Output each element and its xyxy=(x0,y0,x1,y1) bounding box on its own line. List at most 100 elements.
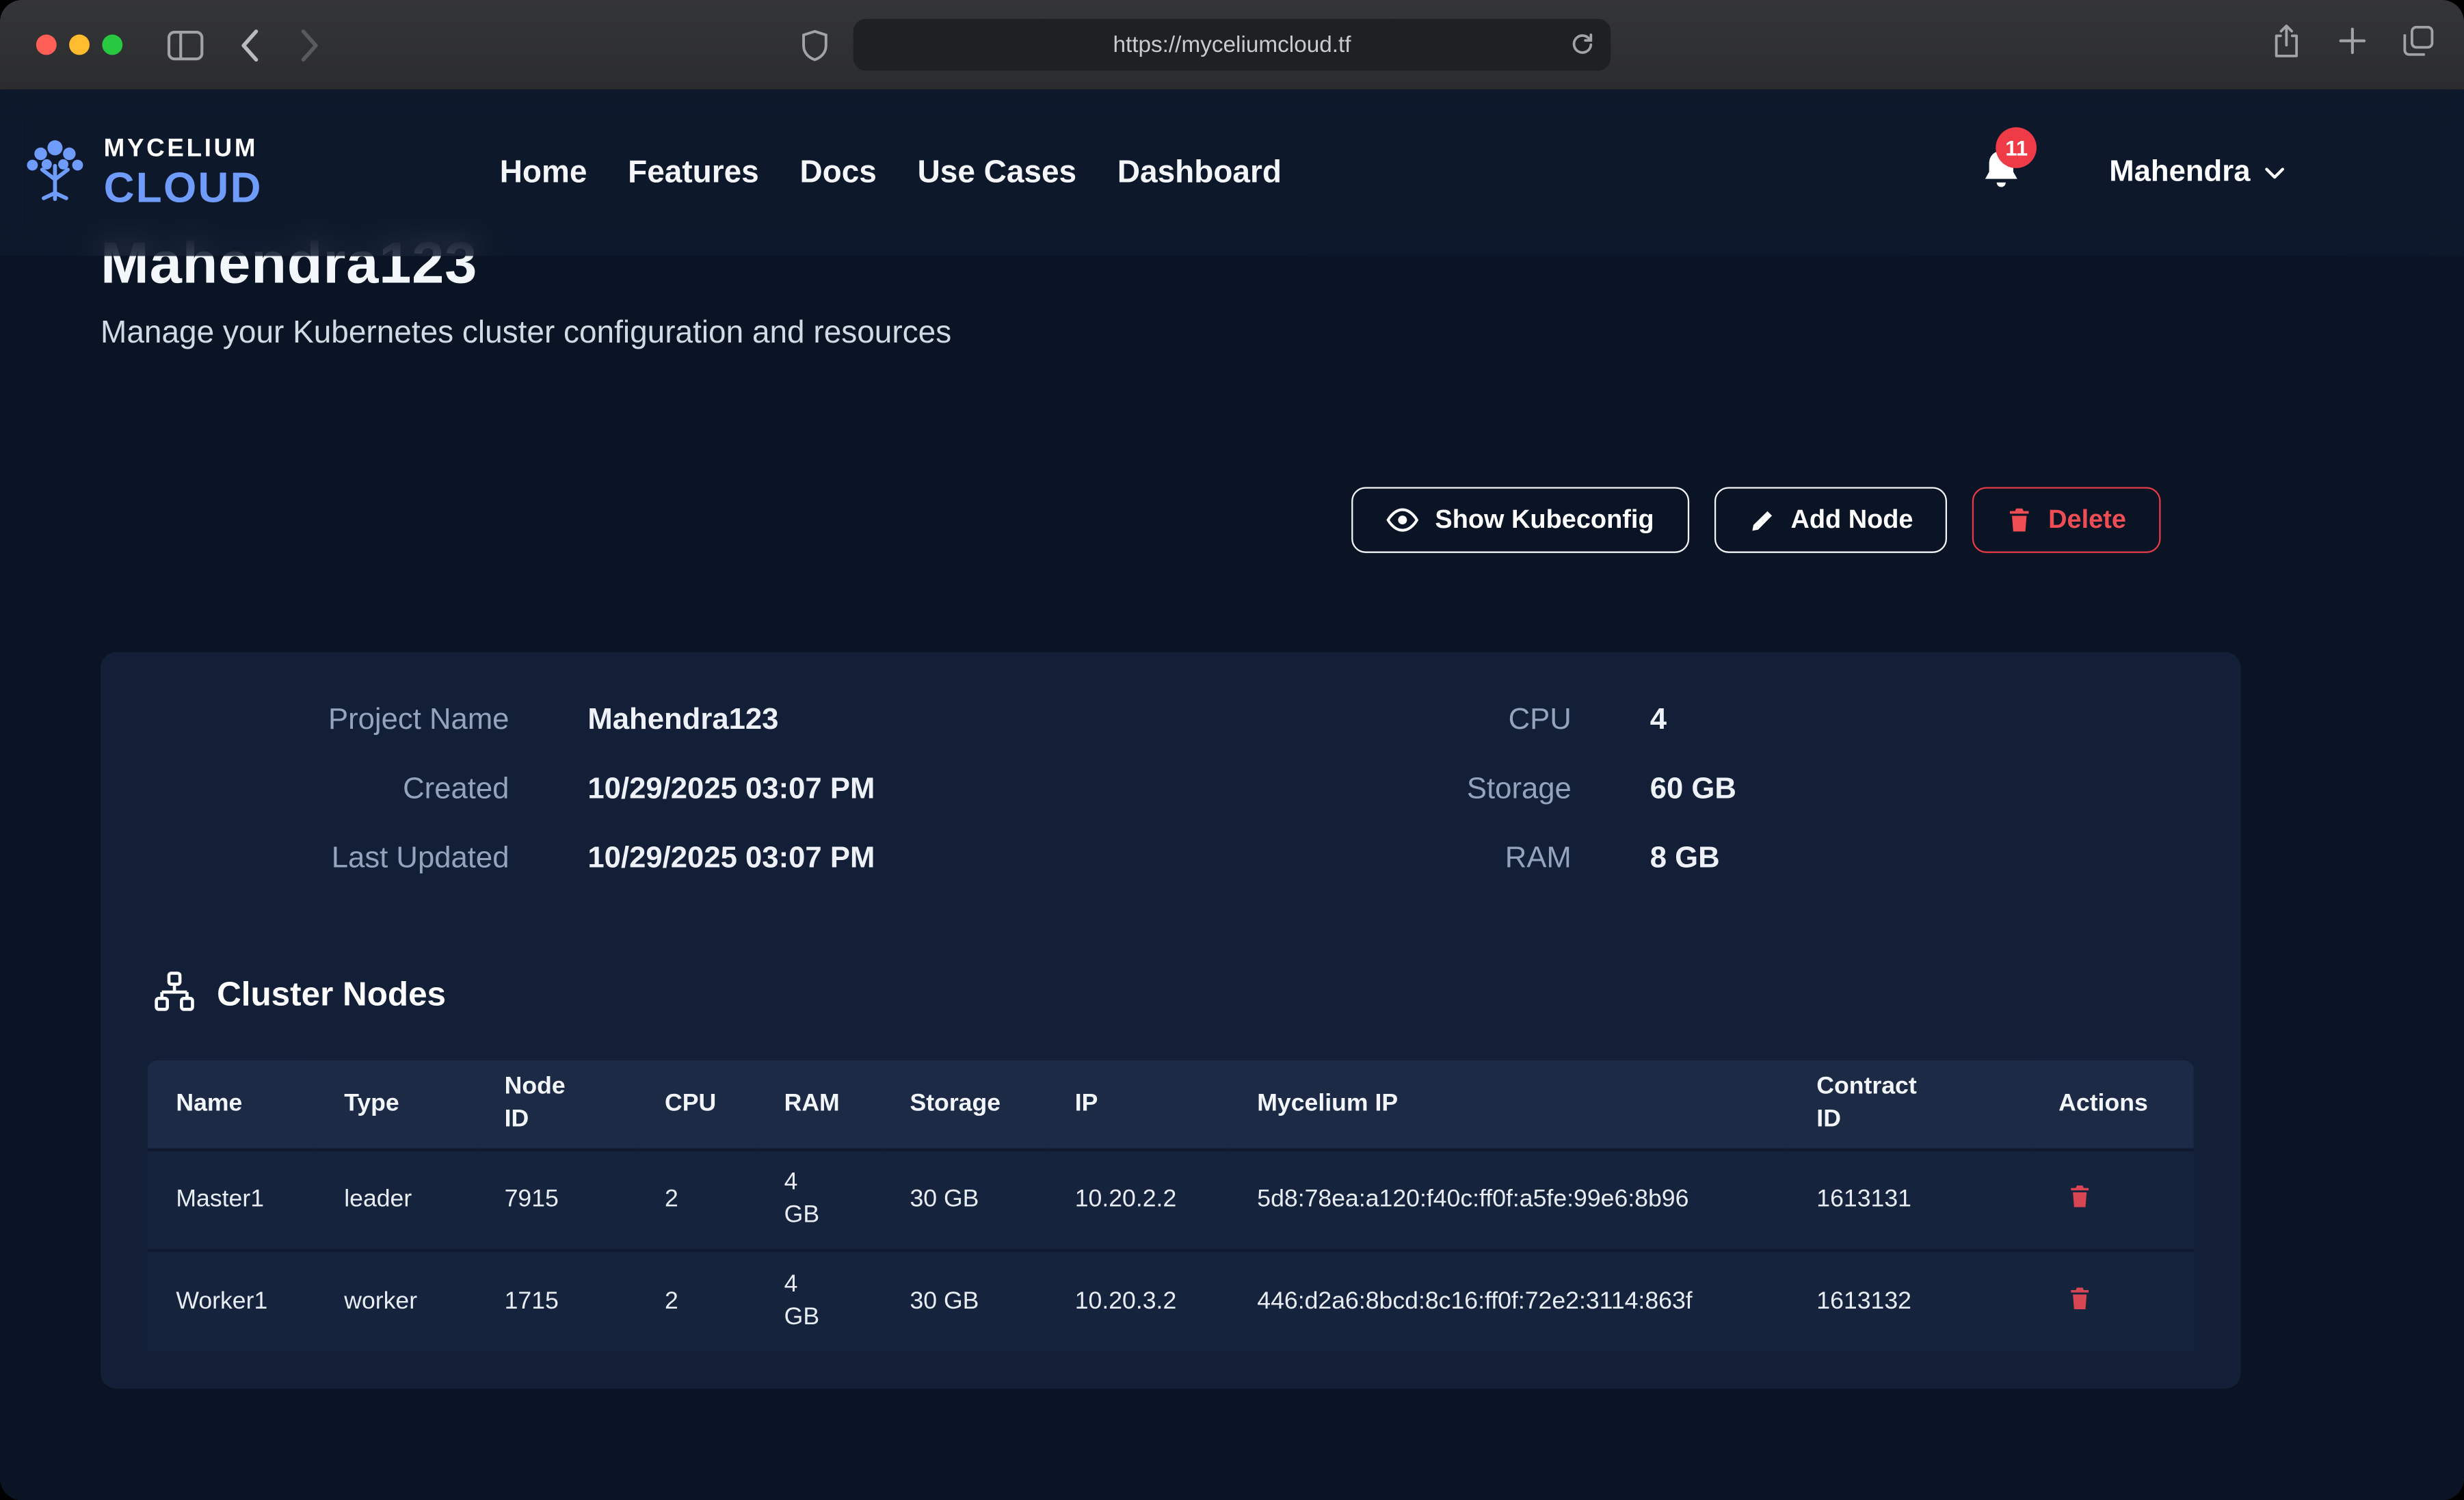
sitemap-icon xyxy=(154,971,195,1019)
forward-icon[interactable] xyxy=(299,28,321,63)
cluster-nodes-heading: Cluster Nodes xyxy=(154,971,2194,1019)
trash-icon xyxy=(2007,506,2032,534)
bell-icon xyxy=(1982,170,2021,196)
privacy-shield-icon[interactable] xyxy=(800,28,830,63)
minimize-window-button[interactable] xyxy=(69,35,90,55)
nav-item-dashboard[interactable]: Dashboard xyxy=(1117,155,1282,191)
top-navbar: MYCELIUM CLOUD Home Features Docs Use Ca… xyxy=(0,90,2464,256)
cluster-actions: Show Kubeconfig Add Node Delete xyxy=(0,487,2161,553)
cell-type: leader xyxy=(316,1150,476,1250)
eye-icon xyxy=(1386,507,1419,533)
detail-value: 10/29/2025 03:07 PM xyxy=(587,768,1170,811)
cell-mycelium-ip: 5d8:78ea:a120:f40c:ff0f:a5fe:99e6:8b96 xyxy=(1229,1150,1788,1250)
delete-node-button[interactable] xyxy=(2068,1183,2091,1209)
cell-ip: 10.20.2.2 xyxy=(1046,1150,1229,1250)
notification-badge: 11 xyxy=(1996,127,2037,168)
col-node-id: Node ID xyxy=(476,1060,636,1150)
cluster-nodes-table: Name Type Node ID CPU RAM Storage IP Myc… xyxy=(148,1060,2194,1351)
project-details: Project Name Mahendra123 Created 10/29/2… xyxy=(148,699,2194,880)
cell-node-id: 1715 xyxy=(476,1250,636,1351)
user-name: Mahendra xyxy=(2109,155,2250,190)
new-tab-icon[interactable] xyxy=(2337,25,2368,64)
cell-contract-id: 1613131 xyxy=(1788,1150,2030,1250)
brand-logo[interactable]: MYCELIUM CLOUD xyxy=(19,133,263,213)
window-controls xyxy=(36,35,122,55)
table-header-row: Name Type Node ID CPU RAM Storage IP Myc… xyxy=(148,1060,2194,1150)
trash-icon xyxy=(2068,1284,2091,1311)
url-text: https://myceliumcloud.tf xyxy=(1113,32,1351,57)
col-actions: Actions xyxy=(2030,1060,2194,1150)
show-kubeconfig-button[interactable]: Show Kubeconfig xyxy=(1352,487,1688,553)
nav-item-home[interactable]: Home xyxy=(500,155,587,191)
detail-label: Project Name xyxy=(148,699,509,742)
detail-value: 8 GB xyxy=(1650,838,2194,880)
page-body: Mahendra123 Manage your Kubernetes clust… xyxy=(0,90,2464,1500)
cluster-table-body: Master1 leader 7915 2 4 GB 30 GB 10.20.2… xyxy=(148,1150,2194,1351)
detail-label: Storage xyxy=(1171,768,1572,811)
cell-cpu: 2 xyxy=(637,1250,756,1351)
page-subtitle: Manage your Kubernetes cluster configura… xyxy=(101,316,2363,352)
sidebar-toggle-icon[interactable] xyxy=(167,30,204,62)
nav-item-features[interactable]: Features xyxy=(628,155,759,191)
col-ip: IP xyxy=(1046,1060,1229,1150)
detail-value: Mahendra123 xyxy=(587,699,1170,742)
cell-name: Worker1 xyxy=(148,1250,316,1351)
detail-label: Created xyxy=(148,768,509,811)
trash-icon xyxy=(2068,1183,2091,1209)
col-storage: Storage xyxy=(882,1060,1046,1150)
delete-cluster-button[interactable]: Delete xyxy=(1973,487,2161,553)
cell-ram: 4 GB xyxy=(756,1150,882,1250)
close-window-button[interactable] xyxy=(36,35,57,55)
col-cpu: CPU xyxy=(637,1060,756,1150)
brand-text: MYCELIUM CLOUD xyxy=(104,137,263,209)
detail-value: 10/29/2025 03:07 PM xyxy=(587,838,1170,880)
detail-value: 60 GB xyxy=(1650,768,2194,811)
chevron-down-icon xyxy=(2264,155,2285,190)
nav-links: Home Features Docs Use Cases Dashboard xyxy=(500,90,1282,256)
titlebar-right-controls xyxy=(2269,0,2436,90)
share-icon[interactable] xyxy=(2269,22,2304,68)
delete-node-button[interactable] xyxy=(2068,1284,2091,1311)
col-ram: RAM xyxy=(756,1060,882,1150)
screen: https://myceliumcloud.tf xyxy=(0,0,2464,1500)
detail-label: Last Updated xyxy=(148,838,509,880)
col-type: Type xyxy=(316,1060,476,1150)
notifications-button[interactable]: 11 xyxy=(1982,148,2021,198)
cell-contract-id: 1613132 xyxy=(1788,1250,2030,1351)
table-row: Worker1 worker 1715 2 4 GB 30 GB 10.20.3… xyxy=(148,1250,2194,1351)
detail-value: 4 xyxy=(1650,699,2194,742)
cell-ram: 4 GB xyxy=(756,1250,882,1351)
cell-storage: 30 GB xyxy=(882,1150,1046,1250)
browser-titlebar: https://myceliumcloud.tf xyxy=(0,0,2464,90)
mycelium-logo-icon xyxy=(19,133,92,213)
table-row: Master1 leader 7915 2 4 GB 30 GB 10.20.2… xyxy=(148,1150,2194,1250)
cluster-details-card: Project Name Mahendra123 Created 10/29/2… xyxy=(101,652,2241,1389)
reload-icon[interactable] xyxy=(1568,30,1596,65)
zoom-window-button[interactable] xyxy=(102,35,122,55)
nav-item-docs[interactable]: Docs xyxy=(799,155,876,191)
cell-ip: 10.20.3.2 xyxy=(1046,1250,1229,1351)
col-name: Name xyxy=(148,1060,316,1150)
col-mycelium-ip: Mycelium IP xyxy=(1229,1060,1788,1150)
cell-node-id: 7915 xyxy=(476,1150,636,1250)
main-content: Mahendra123 Manage your Kubernetes clust… xyxy=(0,90,2464,1500)
cell-actions xyxy=(2030,1150,2194,1250)
address-bar[interactable]: https://myceliumcloud.tf xyxy=(853,19,1611,71)
cell-type: worker xyxy=(316,1250,476,1351)
cell-storage: 30 GB xyxy=(882,1250,1046,1351)
cell-name: Master1 xyxy=(148,1150,316,1250)
add-node-button[interactable]: Add Node xyxy=(1714,487,1948,553)
pencil-icon xyxy=(1748,507,1775,533)
user-menu[interactable]: Mahendra xyxy=(2109,155,2285,190)
back-icon[interactable] xyxy=(239,28,261,63)
tab-overview-icon[interactable] xyxy=(2401,23,2436,66)
detail-label: CPU xyxy=(1171,699,1572,742)
cell-actions xyxy=(2030,1250,2194,1351)
detail-label: RAM xyxy=(1171,838,1572,880)
cell-cpu: 2 xyxy=(637,1150,756,1250)
browser-window: https://myceliumcloud.tf xyxy=(0,0,2464,1500)
nav-right: 11 Mahendra xyxy=(1982,90,2285,256)
col-contract-id: Contract ID xyxy=(1788,1060,2030,1150)
nav-item-use-cases[interactable]: Use Cases xyxy=(918,155,1077,191)
cell-mycelium-ip: 446:d2a6:8bcd:8c16:ff0f:72e2:3114:863f xyxy=(1229,1250,1788,1351)
